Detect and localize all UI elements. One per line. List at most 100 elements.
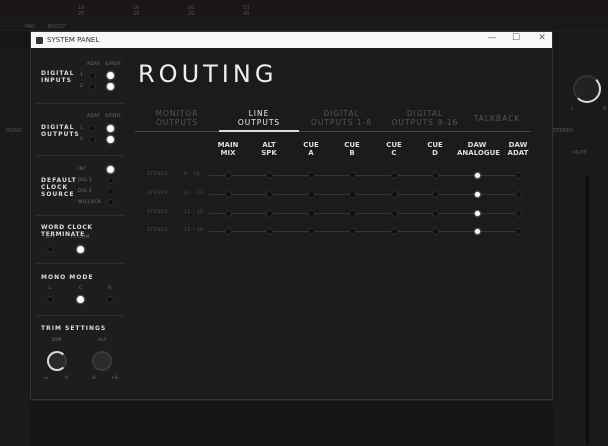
route-radio[interactable] <box>432 172 439 179</box>
column-header-line: CUE <box>303 141 319 149</box>
route-radio[interactable] <box>349 210 356 217</box>
output1-adat-radio[interactable] <box>89 125 96 132</box>
wordclock-off-radio[interactable] <box>47 246 54 253</box>
route-radio[interactable] <box>308 210 315 217</box>
mixer-top-strip: PAD BOOST 10 20 10 20 10 20 10 40 <box>0 0 608 31</box>
adat-label: ADAT <box>87 62 101 67</box>
route-radio[interactable] <box>349 191 356 198</box>
route-radio[interactable] <box>391 210 398 217</box>
route-radio[interactable] <box>225 191 232 198</box>
column-header: DAW ADAT <box>498 141 538 157</box>
strip-label: 20 <box>188 11 195 17</box>
tab-label-line: OUTPUTS 1-8 <box>311 118 372 127</box>
tab-line-outputs[interactable]: LINE OUTPUTS <box>214 109 304 127</box>
route-radio[interactable] <box>225 228 232 235</box>
column-header: MAIN MIX <box>208 141 248 157</box>
mono-r-radio[interactable] <box>106 296 113 303</box>
row-type-label: STEREO <box>147 172 168 177</box>
route-radio[interactable] <box>515 228 522 235</box>
tab-label-line: OUTPUTS 9-16 <box>391 118 459 127</box>
tab-digital-outputs-1-8[interactable]: DIGITAL OUTPUTS 1-8 <box>299 109 384 127</box>
route-radio[interactable] <box>308 191 315 198</box>
route-radio[interactable] <box>266 172 273 179</box>
spdif-label: S/PDIF <box>105 62 122 67</box>
row-range-label: 15 - 16 <box>184 228 204 233</box>
title-bar: SYSTEM PANEL — ☐ ✕ <box>31 32 552 48</box>
settings-sidebar: DIGITAL INPUTS ADAT S/PDIF 1 2 DIGITAL O… <box>35 52 125 397</box>
input2-spdif-radio[interactable] <box>107 83 114 90</box>
mono-c-radio[interactable] <box>77 296 84 303</box>
dim-knob[interactable] <box>47 351 67 371</box>
route-radio[interactable] <box>515 191 522 198</box>
option-label: 75 OHM <box>70 235 90 240</box>
clock-wclock-radio[interactable] <box>107 199 114 206</box>
route-radio[interactable] <box>308 172 315 179</box>
route-radio[interactable] <box>308 228 315 235</box>
close-button[interactable]: ✕ <box>532 33 552 43</box>
route-radio[interactable] <box>475 229 480 234</box>
maximize-button[interactable]: ☐ <box>506 33 526 43</box>
input1-adat-radio[interactable] <box>89 72 96 79</box>
route-radio[interactable] <box>475 211 480 216</box>
input1-spdif-radio[interactable] <box>107 72 114 79</box>
column-header-line: CUE <box>427 141 443 149</box>
route-radio[interactable] <box>475 192 480 197</box>
digital-inputs-section: DIGITAL INPUTS ADAT S/PDIF 1 2 <box>35 52 125 104</box>
route-radio[interactable] <box>432 228 439 235</box>
tab-digital-outputs-9-16[interactable]: DIGITAL OUTPUTS 9-16 <box>381 109 469 127</box>
column-header: CUE C <box>374 141 414 157</box>
option-label: OFF <box>46 235 56 240</box>
alt-knob[interactable] <box>92 351 112 371</box>
section-title: CLOCK <box>41 184 69 191</box>
route-radio[interactable] <box>391 228 398 235</box>
route-radio[interactable] <box>515 172 522 179</box>
pan-knob[interactable] <box>573 75 601 103</box>
section-title: DIGITAL <box>41 124 75 131</box>
tab-monitor-outputs[interactable]: MONITOR OUTPUTS <box>135 109 219 127</box>
mono-l-radio[interactable] <box>47 296 54 303</box>
route-radio[interactable] <box>266 191 273 198</box>
clock-source-section: DEFAULT CLOCK SOURCE INT DIG 1 DIG 2 W/C… <box>35 156 125 216</box>
alt-label: ALT <box>98 338 107 343</box>
option-label: INT <box>78 167 87 172</box>
route-radio[interactable] <box>515 210 522 217</box>
route-radio[interactable] <box>266 210 273 217</box>
output2-adat-radio[interactable] <box>89 136 96 143</box>
section-title: OUTPUTS <box>41 131 80 138</box>
mono-label: MONO <box>6 128 22 134</box>
clock-dig1-radio[interactable] <box>107 177 114 184</box>
input2-adat-radio[interactable] <box>89 83 96 90</box>
tab-label-line: OUTPUTS <box>155 118 199 127</box>
route-radio[interactable] <box>349 228 356 235</box>
route-radio[interactable] <box>432 210 439 217</box>
section-title: INPUTS <box>41 77 72 84</box>
column-header-line: CUE <box>386 141 402 149</box>
alt-max-label: +6 <box>111 376 119 381</box>
output2-spdif-radio[interactable] <box>107 136 114 143</box>
output1-spdif-radio[interactable] <box>107 125 114 132</box>
minimize-button[interactable]: — <box>482 33 502 43</box>
fader-track[interactable] <box>586 175 589 445</box>
wordclock-75ohm-radio[interactable] <box>77 246 84 253</box>
column-header: CUE D <box>415 141 455 157</box>
route-radio[interactable] <box>225 172 232 179</box>
route-radio[interactable] <box>391 191 398 198</box>
route-radio[interactable] <box>475 173 480 178</box>
mute-button[interactable]: MUTE <box>573 150 587 156</box>
route-radio[interactable] <box>349 172 356 179</box>
route-radio[interactable] <box>432 191 439 198</box>
trim-section: TRIM SETTINGS DIM ALT -∞ 0 -6 +6 <box>35 316 125 397</box>
route-radio[interactable] <box>391 172 398 179</box>
route-radio[interactable] <box>225 210 232 217</box>
strip-label: 20 <box>78 11 85 17</box>
tab-label-line: DIGITAL <box>406 109 444 118</box>
clock-int-radio[interactable] <box>107 166 114 173</box>
column-header-line: DAW <box>467 141 487 149</box>
tab-talkback[interactable]: TALKBACK <box>467 114 527 123</box>
active-tab-indicator <box>219 130 299 132</box>
adat-label: ADAT <box>87 114 101 119</box>
route-radio[interactable] <box>266 228 273 235</box>
tab-label-line: MONITOR <box>155 109 199 118</box>
clock-dig2-radio[interactable] <box>107 188 114 195</box>
column-header: ALT SPK <box>249 141 289 157</box>
